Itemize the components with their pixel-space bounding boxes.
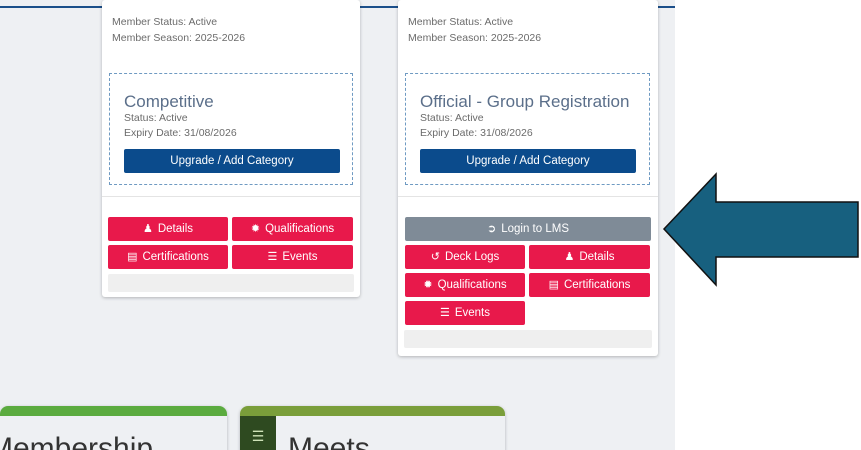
qualifications-label: Qualifications <box>437 279 507 291</box>
certificate-icon: ✹ <box>423 279 433 291</box>
login-lms-button[interactable]: ➲ Login to LMS <box>405 217 651 241</box>
upgrade-category-button[interactable]: Upgrade / Add Category <box>420 149 636 173</box>
category-title: Official - Group Registration <box>420 92 630 111</box>
events-label: Events <box>454 307 491 319</box>
card-divider <box>398 196 658 197</box>
member-status: Member Status: Active <box>112 16 218 28</box>
qualifications-button[interactable]: ✹ Qualifications <box>405 273 525 297</box>
card-footer <box>108 274 354 292</box>
deck-logs-button[interactable]: ↺ Deck Logs <box>405 245 525 269</box>
category-status: Status: Active <box>124 112 188 124</box>
membership-tile[interactable]: Membership <box>0 406 227 450</box>
deck-logs-label: Deck Logs <box>444 251 500 263</box>
member-season: Member Season: 2025-2026 <box>408 32 542 44</box>
events-label: Events <box>282 251 318 263</box>
card-footer <box>404 330 652 348</box>
details-button[interactable]: ♟ Details <box>108 217 228 241</box>
list-card-icon: ▤ <box>127 251 138 263</box>
membership-card-official: Member Status: Active Member Season: 202… <box>398 0 658 356</box>
details-label: Details <box>579 251 615 263</box>
upgrade-category-button[interactable]: Upgrade / Add Category <box>124 149 340 173</box>
category-expiry: Expiry Date: 31/08/2026 <box>420 127 533 139</box>
list-icon: ☰ <box>240 416 276 450</box>
meets-tile-title: Meets <box>288 432 370 450</box>
member-season: Member Season: 2025-2026 <box>112 32 246 44</box>
list-card-icon: ▤ <box>548 279 559 291</box>
card-divider <box>102 196 360 197</box>
history-icon: ↺ <box>430 251 440 263</box>
tile-accent-bar <box>0 406 227 416</box>
member-status: Member Status: Active <box>408 16 514 28</box>
app-background: Member Status: Active Member Season: 202… <box>0 0 675 450</box>
certifications-label: Certifications <box>142 251 209 263</box>
user-icon: ♟ <box>564 251 575 263</box>
details-label: Details <box>157 223 194 235</box>
category-status: Status: Active <box>420 112 484 124</box>
meets-tile[interactable]: ☰ Meets <box>240 406 505 450</box>
tasks-icon: ☰ <box>267 251 278 263</box>
membership-card-competitive: Member Status: Active Member Season: 202… <box>102 0 360 297</box>
tile-accent-bar <box>240 406 505 416</box>
membership-tile-title: Membership <box>0 432 154 450</box>
events-button[interactable]: ☰ Events <box>405 301 525 325</box>
category-expiry: Expiry Date: 31/08/2026 <box>124 127 237 139</box>
category-box: Competitive Status: Active Expiry Date: … <box>109 73 353 185</box>
certifications-button[interactable]: ▤ Certifications <box>108 245 228 269</box>
user-icon: ♟ <box>142 223 153 235</box>
qualifications-button[interactable]: ✹ Qualifications <box>232 217 353 241</box>
qualifications-label: Qualifications <box>265 223 335 235</box>
lms-label: Login to LMS <box>501 223 569 235</box>
certificate-icon: ✹ <box>250 223 261 235</box>
category-box: Official - Group Registration Status: Ac… <box>405 73 650 185</box>
category-title: Competitive <box>124 92 214 111</box>
certifications-label: Certifications <box>563 279 631 291</box>
arrow-pointer-icon <box>662 172 859 287</box>
events-button[interactable]: ☰ Events <box>232 245 353 269</box>
details-button[interactable]: ♟ Details <box>529 245 650 269</box>
certifications-button[interactable]: ▤ Certifications <box>529 273 650 297</box>
tasks-icon: ☰ <box>439 307 450 319</box>
sign-in-icon: ➲ <box>487 223 497 235</box>
